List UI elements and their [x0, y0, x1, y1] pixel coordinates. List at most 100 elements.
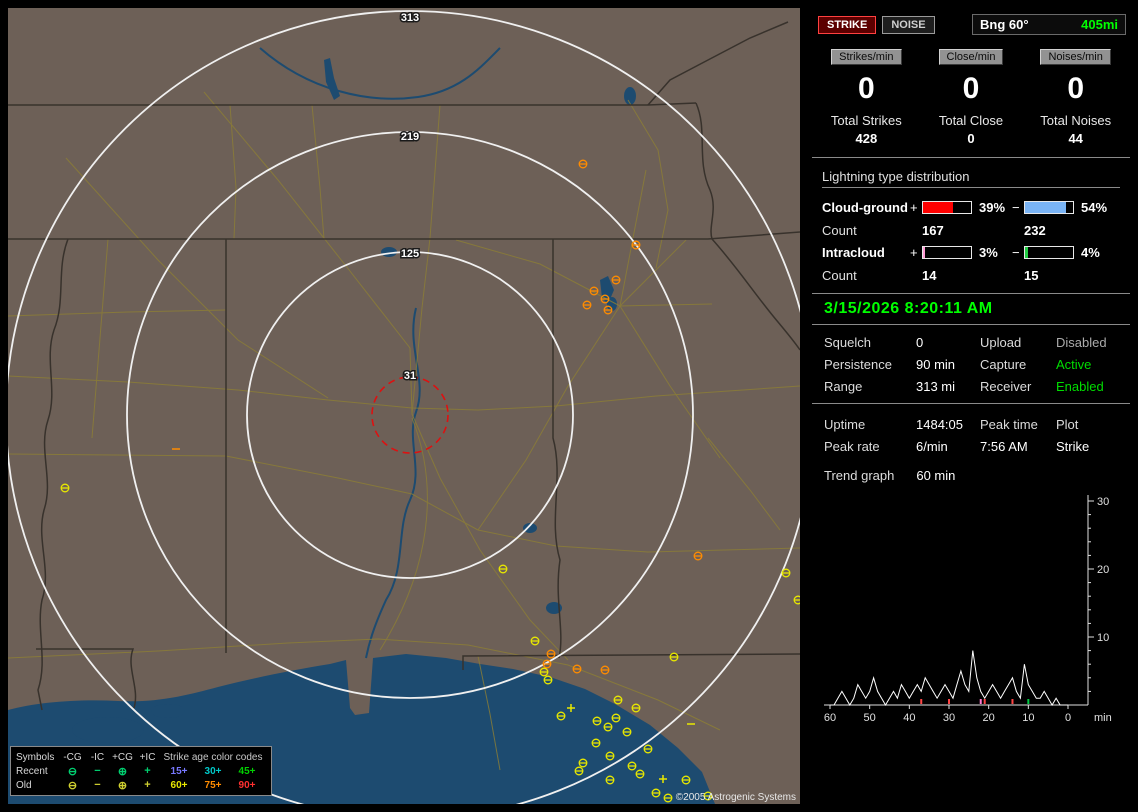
svg-text:20: 20: [1097, 564, 1109, 576]
cg-pos-pct: 39%: [979, 200, 1006, 215]
plus-sign: +: [910, 245, 918, 260]
recent-pos-cg-icon: ⊕: [117, 765, 128, 778]
range-ring-label: 313: [401, 12, 419, 24]
system-clock: 3/15/2026 8:20:11 AM: [812, 293, 1130, 325]
squelch-value: 0: [916, 335, 924, 350]
recent-neg-ic-icon: −: [94, 765, 101, 777]
copyright-text: ©2005 Astrogenic Systems: [675, 792, 796, 803]
legend-neg-ic-header: -IC: [90, 751, 105, 763]
noises-per-min-badge[interactable]: Noises/min: [1040, 49, 1111, 65]
cloud-ground-row: Cloud-ground + 39% − 54%: [822, 197, 1120, 218]
peak-rate-value: 6/min: [916, 439, 948, 454]
cg-neg-count: 232: [1024, 222, 1046, 238]
legend-old-label: Old: [16, 779, 32, 791]
persistence-label: Persistence: [824, 357, 892, 372]
peak-rate-label: Peak rate: [824, 439, 880, 454]
ic-neg-pct: 4%: [1081, 245, 1100, 260]
total-close-value: 0: [967, 131, 975, 146]
trend-graph-label: Trend graph: [824, 468, 895, 483]
old-neg-cg-icon: ⊖: [67, 779, 78, 792]
svg-text:10: 10: [1097, 632, 1109, 644]
upload-label: Upload: [980, 335, 1022, 350]
bearing-label: Bng 60°: [980, 17, 1029, 32]
svg-text:60: 60: [824, 712, 836, 724]
strike-legend: Symbols -CG -IC +CG +IC Strike age color…: [10, 746, 272, 796]
capture-label: Capture: [980, 357, 1027, 372]
close-per-min-value: 0: [962, 72, 980, 105]
legend-pos-ic-header: +IC: [139, 751, 156, 763]
noise-button[interactable]: NOISE: [882, 15, 935, 34]
control-panel: STRIKE NOISE Bng 60° 405mi Strikes/min 0…: [812, 8, 1130, 804]
close-per-min-badge[interactable]: Close/min: [938, 49, 1004, 65]
count-label: Count: [822, 267, 857, 283]
legend-pos-cg-header: +CG: [112, 751, 133, 763]
close-rate-column: Close/min 0 Total Close 0: [919, 49, 1024, 146]
cloud-ground-count-row: Count 167 232: [822, 218, 1120, 242]
receiver-status: Enabled: [1056, 379, 1104, 394]
bearing-display: Bng 60° 405mi: [972, 14, 1126, 35]
legend-old-row: Old ⊖ − ⊕ + 60+ 75+ 90+: [16, 778, 266, 792]
plot-label: Plot: [1056, 417, 1079, 432]
count-label: Count: [822, 222, 857, 238]
strikes-rate-column: Strikes/min 0 Total Strikes 428: [814, 49, 919, 146]
total-strikes-value: 428: [855, 131, 878, 146]
legend-recent-label: Recent: [16, 765, 48, 777]
range-ring-label: 125: [401, 248, 419, 260]
intracloud-row: Intracloud + 3% − 4%: [822, 242, 1120, 263]
old-neg-ic-icon: −: [94, 779, 101, 791]
cg-pos-count: 167: [922, 222, 944, 238]
strikes-per-min-badge[interactable]: Strikes/min: [831, 49, 902, 65]
age-code-30: 30+: [204, 765, 222, 777]
lightning-distribution: Lightning type distribution Cloud-ground…: [812, 161, 1130, 289]
uptime-label: Uptime: [824, 417, 866, 432]
map-canvas[interactable]: 313 219 125 31: [8, 8, 800, 804]
legend-age-title: Strike age color codes: [163, 751, 263, 763]
strikes-per-min-value: 0: [857, 72, 875, 105]
panel-top-bar: STRIKE NOISE Bng 60° 405mi: [812, 8, 1130, 37]
rate-counters: Strikes/min 0 Total Strikes 428 Close/mi…: [812, 37, 1130, 154]
cg-neg-pct: 54%: [1081, 200, 1108, 215]
upload-status: Disabled: [1056, 335, 1107, 350]
total-noises-value: 44: [1068, 131, 1083, 146]
ic-pos-count: 14: [922, 267, 937, 283]
svg-text:50: 50: [864, 712, 876, 724]
lightning-map[interactable]: 313 219 125 31 Symbols -CG -IC +CG +IC Stri…: [8, 8, 800, 804]
range-ring-label: 219: [401, 131, 419, 143]
receiver-label: Receiver: [980, 379, 1032, 394]
noises-rate-column: Noises/min 0 Total Noises 44: [1023, 49, 1128, 146]
capture-status: Active: [1056, 357, 1092, 372]
age-code-75: 75+: [204, 779, 222, 791]
plot-mode-value: Strike: [1056, 439, 1090, 454]
age-code-60: 60+: [170, 779, 188, 791]
ic-neg-bar: [1024, 246, 1074, 259]
distribution-title: Lightning type distribution: [822, 169, 1120, 188]
minus-sign: −: [1012, 200, 1020, 215]
strike-button[interactable]: STRIKE: [818, 15, 877, 34]
peak-time-value: 7:56 AM: [980, 439, 1028, 454]
total-strikes-label: Total Strikes: [830, 113, 902, 128]
trend-line: [830, 650, 1068, 706]
recent-neg-cg-icon: ⊖: [67, 765, 78, 778]
svg-text:0: 0: [1065, 712, 1071, 724]
legend-recent-row: Recent ⊖ − ⊕ + 15+ 30+ 45+: [16, 764, 266, 778]
separator: [812, 403, 1130, 404]
age-code-45: 45+: [238, 765, 256, 777]
intracloud-label: Intracloud: [822, 245, 885, 260]
peak-time-label: Peak time: [980, 417, 1038, 432]
svg-text:20: 20: [983, 712, 995, 724]
ic-pos-bar: [922, 246, 972, 259]
separator: [812, 157, 1130, 158]
old-pos-cg-icon: ⊕: [117, 779, 128, 792]
range-ring-label: 31: [404, 370, 416, 382]
uptime-value: 1484:05: [916, 417, 963, 432]
range-label: Range: [824, 379, 863, 394]
svg-text:min: min: [1094, 712, 1112, 724]
session-stats-grid: Uptime 1484:05 Peak time Plot Peak rate …: [812, 407, 1130, 460]
age-code-15: 15+: [170, 765, 188, 777]
status-grid: Squelch 0 Upload Disabled Persistence 90…: [812, 325, 1130, 400]
old-pos-ic-icon: +: [144, 779, 151, 791]
legend-header-row: Symbols -CG -IC +CG +IC Strike age color…: [16, 750, 266, 764]
persistence-value: 90 min: [916, 357, 956, 372]
svg-text:30: 30: [943, 712, 955, 724]
legend-neg-cg-header: -CG: [63, 751, 82, 763]
